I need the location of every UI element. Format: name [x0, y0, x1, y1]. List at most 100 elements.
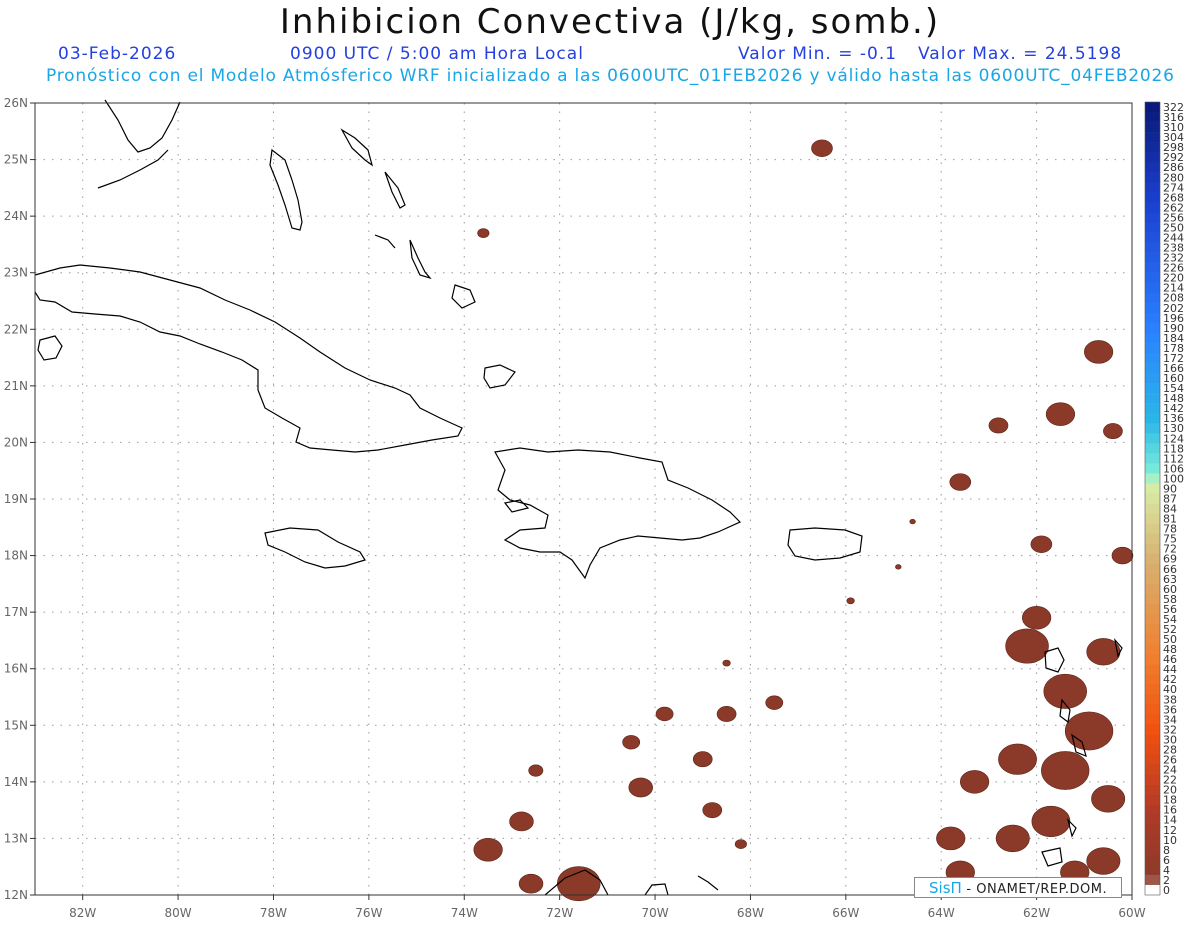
cin-area: [518, 873, 544, 894]
colorbar-swatch: [1145, 373, 1160, 384]
lat-tick-label: 15N: [4, 718, 28, 732]
colorbar-swatch: [1145, 704, 1160, 715]
coast-paraguana: [644, 883, 669, 896]
colorbar-swatch: [1145, 764, 1160, 775]
colorbar-swatch: [1145, 834, 1160, 846]
lat-tick-label: 23N: [4, 266, 28, 280]
colorbar-swatch: [1145, 714, 1160, 725]
cin-area: [1021, 606, 1052, 630]
cin-area: [959, 770, 990, 794]
lat-tick-label: 24N: [4, 209, 28, 223]
cin-area: [995, 824, 1030, 853]
colorbar-swatch: [1145, 463, 1160, 474]
colorbar-swatch: [1145, 583, 1160, 595]
cin-area: [692, 751, 713, 768]
colorbar-swatch: [1145, 162, 1160, 173]
lon-tick-label: 76W: [355, 906, 382, 920]
colorbar-swatch: [1145, 543, 1160, 555]
colorbar-swatch: [1145, 152, 1160, 163]
lat-tick-label: 13N: [4, 831, 28, 845]
colorbar-swatch: [1145, 664, 1160, 675]
cin-area: [988, 417, 1009, 434]
map-canvas: 82W 80W 78W 76W 74W 72W 70W 68W 66W 64W 62W 60W 26N 2…: [4, 96, 1184, 920]
credit-box: SisΠ - ONAMET/REP.DOM.: [914, 877, 1122, 898]
cin-area: [1031, 805, 1071, 838]
coast-puerto-rico: [787, 527, 863, 561]
lon-tick-label: 68W: [737, 906, 764, 920]
colorbar-swatch: [1145, 292, 1160, 304]
colorbar-swatch: [1145, 222, 1160, 233]
colorbar-swatch: [1145, 674, 1160, 685]
coast-cuba: [34, 264, 463, 453]
cin-area: [1103, 423, 1123, 440]
colorbar-swatch: [1145, 252, 1160, 263]
colorbar-swatch: [1145, 634, 1160, 645]
colorbar-swatch: [1145, 593, 1160, 605]
colorbar-swatch: [1145, 332, 1160, 344]
cin-area: [628, 777, 653, 798]
cin-fill-areas: [473, 139, 1134, 902]
lat-tick-label: 22N: [4, 322, 28, 336]
colorbar-swatch: [1145, 393, 1160, 404]
colorbar-swatch: [1145, 142, 1160, 153]
colorbar-swatch: [1145, 242, 1160, 253]
colorbar-swatch: [1145, 483, 1160, 494]
coast-turks: [374, 234, 396, 249]
colorbar-swatch: [1145, 794, 1160, 805]
colorbar-swatch: [1145, 774, 1160, 785]
colorbar-swatch: [1145, 563, 1160, 575]
cin-area: [1005, 628, 1049, 664]
colorbar-swatch: [1145, 383, 1160, 394]
cin-area: [998, 743, 1037, 775]
colorbar-swatch: [1145, 844, 1160, 856]
colorbar-swatch: [1145, 553, 1160, 565]
colorbar-swatch: [1145, 724, 1160, 735]
colorbar-swatch: [1145, 453, 1160, 464]
colorbar-swatch: [1145, 322, 1160, 334]
coast-trinidad: [1041, 847, 1063, 867]
colorbar-swatch: [1145, 132, 1160, 143]
cin-area: [1030, 535, 1053, 553]
colorbar-swatch: [1145, 403, 1160, 414]
lat-tick-label: 17N: [4, 605, 28, 619]
lon-tick-label: 70W: [641, 906, 668, 920]
colorbar-swatch: [1145, 433, 1160, 444]
coast-cay: [483, 364, 516, 389]
colorbar-swatch: [1145, 302, 1160, 314]
lon-tick-label: 62W: [1023, 906, 1050, 920]
colorbar-swatch: [1145, 734, 1160, 745]
colorbar-swatch: [1145, 352, 1160, 364]
cin-area: [1084, 340, 1114, 364]
map-axes: 82W 80W 78W 76W 74W 72W 70W 68W 66W 64W 62W 60W 26N 2…: [4, 96, 1146, 920]
cin-area: [734, 839, 747, 849]
cin-area: [811, 139, 833, 157]
lon-tick-label: 78W: [260, 906, 287, 920]
lat-tick-label: 20N: [4, 435, 28, 449]
colorbar-swatch: [1145, 613, 1160, 625]
cin-area: [1064, 711, 1114, 751]
colorbar-swatch: [1145, 744, 1160, 755]
colorbar-swatch: [1145, 272, 1160, 283]
coastlines: [34, 99, 1123, 896]
colorbar-swatch: [1145, 694, 1160, 705]
cin-area: [846, 597, 855, 605]
cin-area: [528, 764, 544, 777]
colorbar-swatch: [1145, 874, 1160, 886]
cin-area: [949, 473, 972, 491]
colorbar-swatch: [1145, 282, 1160, 294]
colorbar-swatch: [1145, 443, 1160, 454]
colorbar-swatch: [1145, 523, 1160, 534]
cin-area: [509, 811, 534, 832]
colorbar-swatch: [1145, 854, 1160, 866]
lat-tick-label: 21N: [4, 379, 28, 393]
colorbar-swatch: [1145, 804, 1160, 815]
colorbar-swatch: [1145, 362, 1160, 374]
colorbar-swatch: [1145, 754, 1160, 765]
colorbar-swatch: [1145, 503, 1160, 514]
lat-tick-label: 16N: [4, 662, 28, 676]
colorbar-swatch: [1145, 102, 1160, 113]
cin-area: [1086, 847, 1121, 875]
colorbar-swatch: [1145, 202, 1160, 213]
coast-florida: [104, 99, 181, 153]
colorbar-swatch: [1145, 342, 1160, 354]
